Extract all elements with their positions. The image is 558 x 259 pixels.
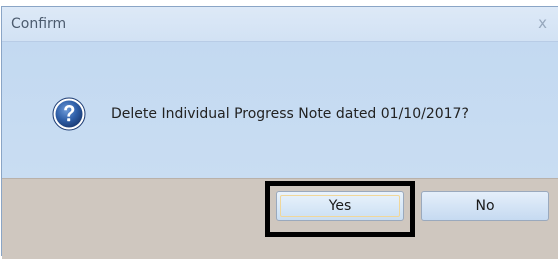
dialog-titlebar: Confirm x	[2, 7, 558, 42]
dialog-body: Delete Individual Progress Note dated 01…	[2, 42, 558, 177]
yes-button-label: Yes	[328, 198, 352, 214]
question-icon	[52, 97, 86, 131]
yes-button[interactable]: Yes	[276, 191, 404, 221]
confirm-message: Delete Individual Progress Note dated 01…	[111, 106, 469, 122]
no-button[interactable]: No	[421, 191, 549, 221]
close-icon[interactable]: x	[538, 14, 547, 32]
no-button-label: No	[475, 198, 495, 214]
dialog-title: Confirm	[11, 16, 67, 32]
